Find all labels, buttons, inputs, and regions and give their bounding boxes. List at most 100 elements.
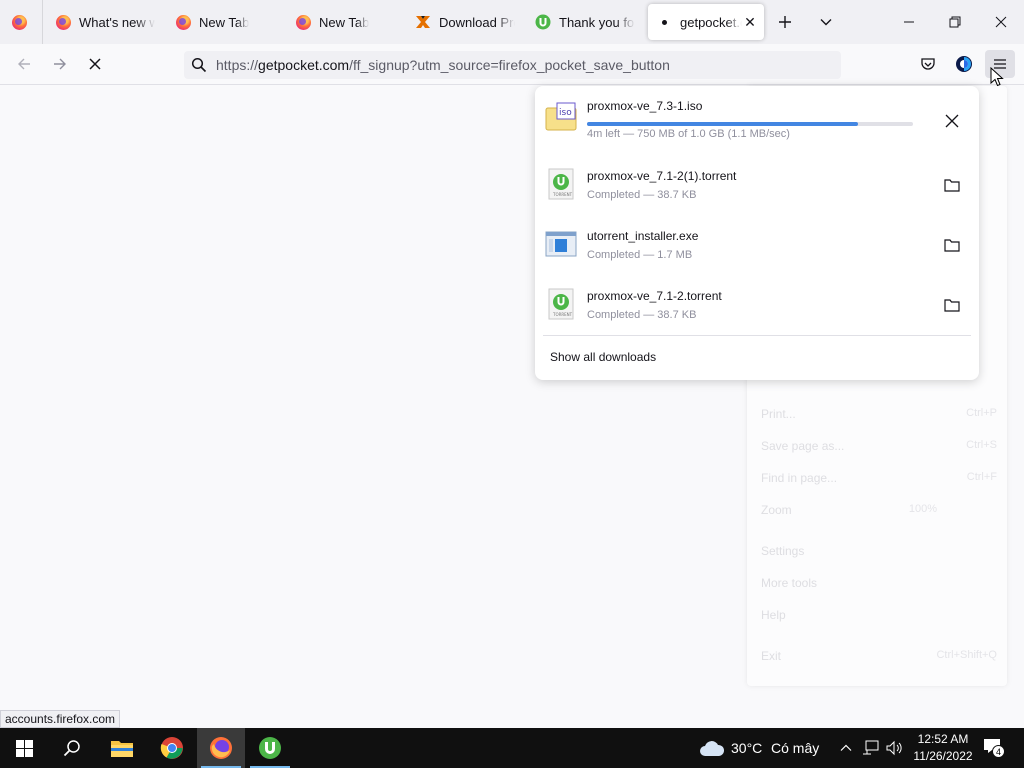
downloads-panel: iso proxmox-ve_7.3-1.iso 4m left — 750 M… <box>535 86 979 380</box>
weather-temp[interactable]: 30°C <box>731 740 762 756</box>
firefox-icon <box>175 14 191 30</box>
svg-text:TORRENT: TORRENT <box>552 192 573 197</box>
menu-item-exit[interactable]: Exit <box>761 649 781 663</box>
show-all-downloads-link[interactable]: Show all downloads <box>550 350 656 364</box>
network-icon[interactable] <box>862 740 880 756</box>
minimize-button[interactable] <box>886 0 932 44</box>
menu-shortcut: Ctrl+S <box>966 439 997 451</box>
start-button[interactable] <box>0 728 48 768</box>
search-icon <box>63 740 80 757</box>
new-tab-button[interactable] <box>762 0 808 44</box>
taskbar-utorrent[interactable] <box>246 728 294 768</box>
windows-logo-icon <box>15 739 33 757</box>
forward-button[interactable] <box>46 50 74 78</box>
navigation-toolbar: https://getpocket.com/ff_signup?utm_sour… <box>0 44 1024 85</box>
menu-item-settings[interactable]: Settings <box>761 544 804 558</box>
show-in-folder-button[interactable] <box>940 233 964 257</box>
menu-item-help[interactable]: Help <box>761 608 786 622</box>
restore-icon <box>949 16 961 28</box>
account-button[interactable] <box>950 50 978 78</box>
minimize-icon <box>904 21 914 23</box>
windows-taskbar: 30°C Có mây 12:52 AM 11/26/2022 4 <box>0 728 1024 768</box>
taskbar-firefox[interactable] <box>197 728 245 768</box>
tab-whats-new[interactable]: What's new with Firefox <box>55 4 155 40</box>
taskbar-file-explorer[interactable] <box>98 728 146 768</box>
close-icon <box>945 114 959 128</box>
utorrent-icon <box>535 14 551 30</box>
list-all-tabs-button[interactable] <box>803 0 849 44</box>
show-in-folder-button[interactable] <box>940 173 964 197</box>
tab-new-tab-2[interactable]: New Tab <box>295 4 400 40</box>
menu-item-zoom: Zoom <box>761 503 792 517</box>
close-window-button[interactable] <box>978 0 1024 44</box>
torrent-file-icon: TORRENT <box>548 168 574 200</box>
tab-firefox-view[interactable] <box>11 4 31 40</box>
download-item[interactable]: TORRENT proxmox-ve_7.1-2(1).torrent Comp… <box>535 156 979 216</box>
firefox-icon <box>11 14 27 30</box>
zoom-level: 100% <box>908 503 937 515</box>
clock[interactable]: 12:52 AM 11/26/2022 <box>905 731 981 765</box>
tab-getpocket[interactable]: getpocket.com ✕ <box>648 4 764 40</box>
download-status: Completed — 38.7 KB <box>587 189 697 201</box>
svg-text:iso: iso <box>559 108 572 118</box>
cancel-download-button[interactable] <box>940 109 964 133</box>
url-bar[interactable]: https://getpocket.com/ff_signup?utm_sour… <box>184 51 841 79</box>
download-item[interactable]: utorrent_installer.exe Completed — 1.7 M… <box>535 216 979 276</box>
menu-item-find[interactable]: Find in page... <box>761 471 837 485</box>
close-icon <box>995 16 1007 28</box>
link-status-tooltip: accounts.firefox.com <box>0 710 121 728</box>
tab-title: getpocket.com <box>680 14 742 30</box>
menu-item-print[interactable]: Print... <box>761 407 796 421</box>
download-filename: utorrent_installer.exe <box>587 229 699 243</box>
close-tab-icon[interactable]: ✕ <box>742 14 758 30</box>
restore-button[interactable] <box>932 0 978 44</box>
download-status: Completed — 1.7 MB <box>587 249 693 261</box>
taskbar-chrome[interactable] <box>148 728 196 768</box>
download-filename: proxmox-ve_7.1-2(1).torrent <box>587 169 737 183</box>
clock-date: 11/26/2022 <box>913 749 973 763</box>
tab-thank-you[interactable]: Thank you for <box>535 4 635 40</box>
tab-title: Download Proxmox <box>439 14 515 30</box>
proxmox-icon <box>415 14 431 30</box>
show-in-folder-button[interactable] <box>940 293 964 317</box>
download-item[interactable]: iso proxmox-ve_7.3-1.iso 4m left — 750 M… <box>535 91 979 151</box>
divider <box>543 335 971 336</box>
tab-title: New Tab <box>199 14 250 30</box>
menu-item-save-page[interactable]: Save page as... <box>761 439 844 453</box>
plus-icon <box>779 16 791 28</box>
status-url: accounts.firefox.com <box>5 712 116 726</box>
back-button[interactable] <box>10 50 38 78</box>
speaker-icon[interactable] <box>885 740 903 756</box>
search-icon <box>191 57 207 73</box>
chevron-down-icon <box>820 19 832 26</box>
download-progress-bar <box>587 122 913 126</box>
tab-new-tab-1[interactable]: New Tab <box>175 4 280 40</box>
account-icon <box>956 56 972 72</box>
tab-separator <box>42 0 43 44</box>
action-center-button[interactable]: 4 <box>983 738 1005 758</box>
folder-icon <box>944 179 960 192</box>
menu-shortcut: Ctrl+Shift+Q <box>936 649 997 661</box>
arrow-left-icon <box>18 58 30 70</box>
utorrent-icon <box>259 737 281 759</box>
tab-title: Thank you for <box>559 14 635 30</box>
search-button[interactable] <box>48 728 96 768</box>
download-status: 4m left — 750 MB of 1.0 GB (1.1 MB/sec) <box>587 128 790 140</box>
menu-item-more-tools[interactable]: More tools <box>761 576 817 590</box>
folder-icon <box>111 741 133 757</box>
download-item[interactable]: TORRENT proxmox-ve_7.1-2.torrent Complet… <box>535 276 979 336</box>
svg-text:TORRENT: TORRENT <box>552 312 573 317</box>
chevron-up-icon[interactable] <box>840 742 852 754</box>
url-text: https://getpocket.com/ff_signup?utm_sour… <box>216 57 670 73</box>
tab-strip: What's new with Firefox New Tab New Tab … <box>0 0 1024 44</box>
pocket-button[interactable] <box>914 50 942 78</box>
tab-download-proxmox[interactable]: Download Proxmox <box>415 4 515 40</box>
download-filename: proxmox-ve_7.1-2.torrent <box>587 289 722 303</box>
weather-description[interactable]: Có mây <box>771 740 819 756</box>
download-status: Completed — 38.7 KB <box>587 309 697 321</box>
arrow-right-icon <box>54 58 66 70</box>
cloud-icon <box>700 741 725 756</box>
torrent-file-icon: TORRENT <box>548 288 574 320</box>
stop-button[interactable] <box>81 50 109 78</box>
tab-title: What's new with Firefox <box>79 14 155 30</box>
